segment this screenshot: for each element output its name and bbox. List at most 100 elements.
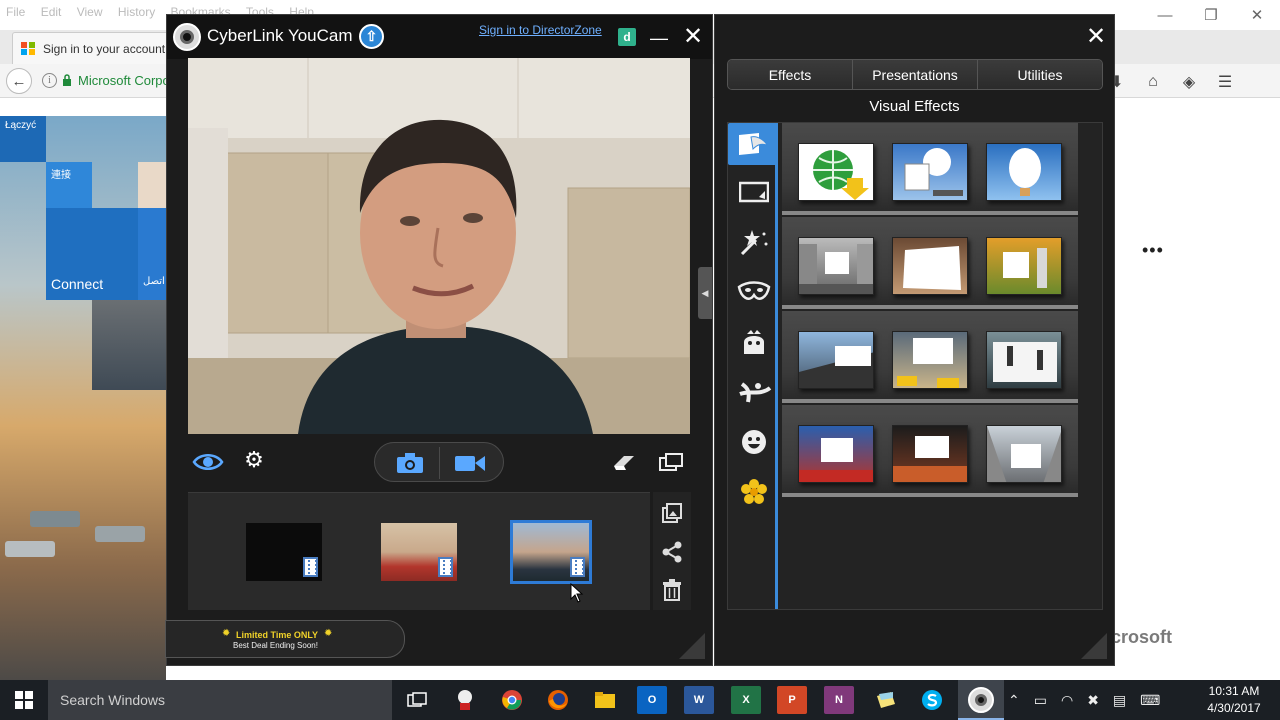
taskbar-active-app[interactable] [958,680,1004,720]
media-thumbnail[interactable] [246,523,322,581]
particle-icon[interactable] [732,221,776,263]
directorzone-icon[interactable]: d [618,28,636,46]
eye-icon[interactable] [192,448,224,476]
minimize-button[interactable]: — [647,25,671,49]
film-icon [303,557,318,577]
wifi-icon[interactable]: ◠ [1061,692,1073,709]
firefox-icon[interactable] [543,686,573,714]
tile-connect-pl: Łączyć [0,116,46,162]
browser-toolbar-right: ⬇ ⌂ ◈ ☰ [1105,70,1237,94]
file-explorer-icon[interactable] [590,686,620,714]
close-button[interactable]: ✕ [680,23,706,50]
effect-balloon-board-item[interactable] [892,143,968,201]
trash-icon[interactable] [660,578,684,602]
windows-taskbar: Search Windows O W X P N ⌃ ▭ ◠ ✖ ▤ ⌨ 10:… [0,680,1280,720]
start-button[interactable] [0,680,48,720]
menu-history[interactable]: History [118,5,155,19]
media-thumbnail-selected[interactable] [510,520,592,584]
tab-effects[interactable]: Effects [728,60,853,89]
excel-icon[interactable]: X [731,686,761,714]
distortion-icon[interactable] [732,371,776,413]
frame-icon[interactable] [732,171,776,213]
powerpoint-icon[interactable]: P [777,686,807,714]
effect-skyline-billboard-item[interactable] [986,425,1062,483]
effect-city-bus-item[interactable] [798,425,874,483]
effect-times-square-taxi-item[interactable] [892,331,968,389]
avatar-icon[interactable] [732,321,776,363]
youcam-logo-icon [173,23,201,51]
chrome-icon[interactable] [497,686,527,714]
effect-hot-air-balloon-item[interactable] [986,143,1062,201]
media-thumbnail[interactable] [381,523,457,581]
microsoft-logo-icon [21,41,35,56]
effect-held-paper-item[interactable] [892,237,968,295]
close-icon[interactable]: ✕ [1234,0,1280,30]
resize-grip-icon[interactable] [679,633,705,659]
extension-icon[interactable]: ◈ [1177,70,1201,94]
effect-shelf [782,217,1078,309]
more-options-icon[interactable]: ••• [1142,240,1164,261]
word-icon[interactable]: W [684,686,714,714]
webcam-frame-image [188,58,690,434]
clock-date[interactable]: 4/30/2017 [1204,701,1264,715]
capture-divider [439,447,440,479]
upgrade-arrow-icon[interactable]: ⇧ [359,24,384,49]
tile-text-zh: 連接 [51,170,71,181]
tab-presentations[interactable]: Presentations [853,60,978,89]
menu-file[interactable]: File [6,5,25,19]
minimize-icon[interactable]: — [1142,0,1188,30]
skype-icon[interactable] [917,686,947,714]
keyboard-icon[interactable]: ⌨ [1140,692,1160,709]
home-icon[interactable]: ⌂ [1141,70,1165,94]
info-icon[interactable]: i [42,73,57,88]
directorzone-signin-link[interactable]: Sign in to DirectorZone [479,23,602,37]
chevron-up-icon[interactable]: ⌃ [1008,692,1020,709]
video-camera-icon[interactable] [453,452,487,474]
sticky-notes-icon[interactable] [871,686,901,714]
collapse-panel-handle[interactable]: ◀ [698,267,712,319]
gear-icon[interactable]: ⚙ [242,447,266,472]
taskbar-search-box[interactable]: Search Windows [48,680,392,720]
camera-icon[interactable] [395,452,425,474]
tile-text-en: Connect [51,276,104,292]
tile-photo-woman [138,162,166,208]
effect-theater-stage-item[interactable] [892,425,968,483]
window-mode-icon[interactable] [658,452,684,472]
hamburger-menu-icon[interactable]: ☰ [1213,70,1237,94]
menu-edit[interactable]: Edit [41,5,62,19]
media-actions [653,492,691,610]
effect-thumbnail-grid [782,123,1078,497]
section-title: Visual Effects [869,98,960,115]
tab-utilities[interactable]: Utilities [978,60,1102,89]
effect-street-item[interactable] [798,237,874,295]
resize-grip-icon[interactable] [1081,633,1107,659]
notification-icon[interactable]: ▤ [1113,692,1126,709]
menu-view[interactable]: View [77,5,103,19]
promo-banner[interactable]: ✹ Limited Time ONLY ✹ Best Deal Ending S… [165,620,405,658]
url-org-label[interactable]: Microsoft Corpo [78,73,170,88]
tile-photo-man [92,300,166,390]
effect-autumn-easel-item[interactable] [986,237,1062,295]
onenote-icon[interactable]: N [824,686,854,714]
gadget-icon[interactable] [732,471,776,513]
effect-download-item[interactable] [798,143,874,201]
battery-icon[interactable]: ▭ [1034,692,1047,709]
clock-time[interactable]: 10:31 AM [1206,684,1262,698]
back-button[interactable]: ← [6,68,32,94]
share-icon[interactable] [660,540,684,564]
effect-window-cleaners-item[interactable] [986,331,1062,389]
emotion-icon[interactable] [732,421,776,463]
eraser-icon[interactable] [612,452,636,472]
maximize-icon[interactable]: ❐ [1188,0,1234,30]
volume-muted-icon[interactable]: ✖ [1087,692,1099,709]
promo-title: Limited Time ONLY [236,630,319,640]
album-icon[interactable] [660,502,684,526]
mask-icon[interactable] [732,271,776,313]
scene-icon[interactable] [728,123,778,165]
cortana-icon[interactable] [450,686,480,714]
effect-train-station-item[interactable] [798,331,874,389]
task-view-icon[interactable] [402,686,432,714]
close-button[interactable]: ✕ [1083,23,1109,50]
youcam-titlebar[interactable]: CyberLink YouCam ⇧ Sign in to DirectorZo… [167,15,712,59]
outlook-icon[interactable]: O [637,686,667,714]
